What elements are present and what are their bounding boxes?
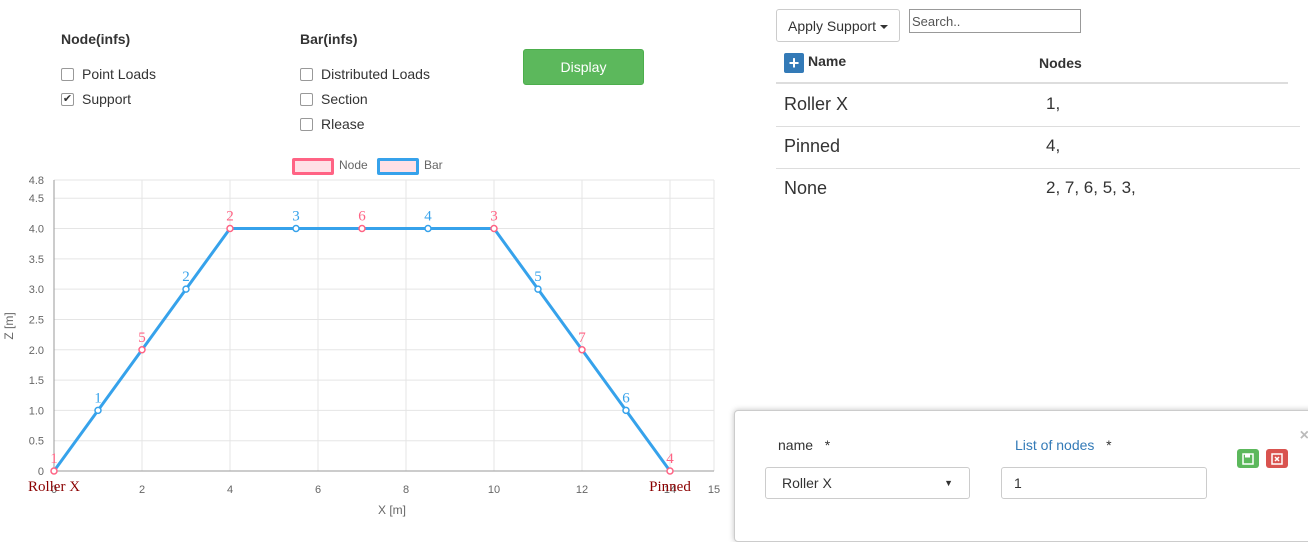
bar-point (292, 224, 300, 233)
node-point-label: 3 (490, 209, 498, 225)
x-tick-label: 6 (315, 484, 321, 496)
table-row[interactable]: Pinned 4, (776, 126, 1300, 169)
close-icon[interactable]: × (1300, 427, 1308, 445)
apply-support-label: Apply Support (788, 17, 876, 34)
support-type-select[interactable]: Roller X ▼ (765, 467, 970, 499)
x-tick-label: 2 (139, 484, 145, 496)
save-icon[interactable] (1237, 449, 1259, 468)
y-axis-label: Z [m] (2, 312, 16, 339)
node-point (50, 467, 58, 475)
node-point (578, 346, 586, 354)
bar-point (424, 224, 432, 233)
x-tick-label: 10 (488, 484, 500, 496)
bar-point-label: 2 (182, 269, 190, 285)
y-tick-label: 3.0 (29, 284, 44, 296)
y-tick-label: 0.5 (29, 436, 44, 448)
select-arrow-icon: ▼ (944, 478, 953, 488)
support-label: Pinned (649, 479, 691, 495)
table-header-nodes: Nodes (1039, 55, 1082, 71)
y-tick-label: 3.5 (29, 254, 44, 266)
node-point (666, 467, 674, 475)
x-axis-label: X [m] (378, 503, 406, 517)
bar-point (534, 285, 542, 293)
node-point-label: 5 (138, 330, 146, 346)
bar-point-label: 1 (94, 390, 102, 406)
table-row[interactable]: None 2, 7, 6, 5, 3, (776, 168, 1300, 210)
list-of-nodes-label: List of nodes * (1015, 437, 1112, 453)
row-nodes: 1, (1046, 94, 1061, 113)
bar-point-label: 4 (424, 209, 432, 225)
y-tick-label: 4.0 (29, 224, 44, 236)
x-tick-label: 15 (708, 484, 720, 496)
node-point (226, 224, 234, 233)
bar-point-label: 6 (622, 390, 630, 406)
apply-support-dropdown[interactable]: Apply Support (776, 9, 900, 42)
bar-point-label: 3 (292, 209, 300, 225)
bar-point (182, 285, 190, 293)
delete-icon[interactable] (1266, 449, 1288, 468)
row-nodes: 4, (1046, 136, 1061, 155)
add-icon[interactable]: + (784, 53, 804, 73)
node-point-label: 6 (358, 209, 366, 225)
name-field-label: name * (778, 437, 831, 453)
table-row[interactable]: Roller X 1, (776, 84, 1300, 127)
table-header-name: Name (808, 53, 847, 69)
node-point (490, 224, 498, 233)
node-point-label: 1 (50, 451, 58, 467)
nodes-input[interactable]: 1 (1001, 467, 1207, 499)
structure-chart: 00.51.01.52.02.53.03.54.04.54.80 2 4 6 8 10 12… (2, 175, 720, 517)
node-point (138, 346, 146, 354)
bar-point (622, 406, 630, 415)
node-point-label: 4 (666, 451, 674, 467)
search-input[interactable] (909, 9, 1081, 33)
row-name: Pinned (784, 136, 841, 156)
node-point-label: 7 (578, 330, 586, 346)
y-tick-label: 4.5 (29, 193, 44, 205)
y-tick-label: 1.0 (29, 405, 44, 417)
row-name: Roller X (784, 94, 849, 114)
edit-support-popup: name * List of nodes * Roller X ▼ 1 × (734, 410, 1308, 542)
y-tick-label: 4.8 (29, 175, 44, 187)
row-name: None (784, 178, 828, 198)
y-tick-label: 2.0 (29, 345, 44, 357)
bar-point (94, 406, 102, 415)
x-tick-label: 4 (227, 484, 233, 496)
y-tick-label: 1.5 (29, 375, 44, 387)
x-tick-label: 12 (576, 484, 588, 496)
y-tick-label: 0 (38, 466, 44, 478)
node-point (358, 224, 366, 233)
node-point-label: 2 (226, 209, 234, 225)
support-type-value: Roller X (782, 475, 832, 491)
bar-point-label: 5 (534, 269, 542, 285)
x-tick-label: 8 (403, 484, 409, 496)
support-label: Roller X (28, 479, 80, 495)
y-tick-label: 2.5 (29, 314, 44, 326)
caret-down-icon (879, 24, 888, 29)
row-nodes: 2, 7, 6, 5, 3, (1046, 178, 1136, 197)
